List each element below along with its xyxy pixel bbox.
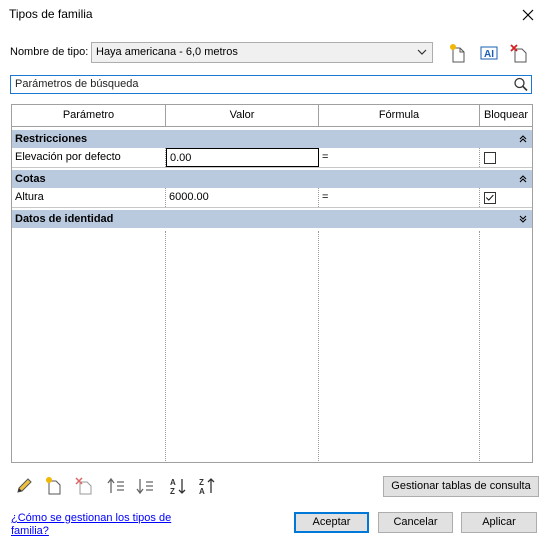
- value-field[interactable]: 6000.00: [166, 188, 319, 207]
- svg-text:Z: Z: [199, 478, 204, 487]
- checkmark-icon: [485, 194, 494, 201]
- group-label: Datos de identidad: [15, 213, 114, 225]
- formula-field[interactable]: =: [319, 148, 480, 167]
- group-label: Cotas: [15, 173, 46, 185]
- expand-icon[interactable]: [518, 214, 528, 224]
- delete-type-icon[interactable]: [508, 42, 530, 64]
- chevron-down-icon: [417, 49, 427, 55]
- type-name-value: Haya americana - 6,0 metros: [96, 46, 238, 58]
- move-down-icon[interactable]: [135, 476, 155, 496]
- apply-button[interactable]: Aplicar: [461, 512, 537, 533]
- column-divider: [318, 231, 319, 462]
- column-divider: [479, 231, 480, 462]
- column-header-value[interactable]: Valor: [166, 105, 319, 127]
- ok-button[interactable]: Aceptar: [294, 512, 369, 533]
- window-title: Tipos de familia: [9, 7, 93, 21]
- column-divider: [165, 231, 166, 462]
- collapse-icon[interactable]: [518, 174, 528, 184]
- move-up-icon[interactable]: [106, 476, 126, 496]
- value-field[interactable]: 0.00: [166, 148, 319, 167]
- parameter-grid: Parámetro Valor Fórmula Bloquear Restric…: [11, 104, 533, 463]
- close-icon[interactable]: [517, 4, 539, 26]
- type-name-dropdown[interactable]: Haya americana - 6,0 metros: [91, 42, 433, 63]
- group-header-restrictions[interactable]: Restricciones: [12, 130, 532, 148]
- cancel-button[interactable]: Cancelar: [378, 512, 453, 533]
- sort-ascending-icon[interactable]: A Z: [168, 476, 188, 496]
- column-header-parameter[interactable]: Parámetro: [12, 105, 166, 127]
- search-icon[interactable]: [512, 76, 530, 93]
- table-row: Elevación por defecto 0.00 =: [12, 148, 532, 168]
- new-parameter-icon[interactable]: [44, 476, 64, 496]
- type-name-label: Nombre de tipo:: [10, 46, 89, 58]
- help-link[interactable]: ¿Cómo se gestionan los tipos de familia?: [11, 512, 191, 538]
- sort-descending-icon[interactable]: Z A: [197, 476, 217, 496]
- new-type-icon[interactable]: [447, 42, 469, 64]
- column-header-lock[interactable]: Bloquear: [480, 105, 532, 127]
- formula-field[interactable]: =: [319, 188, 480, 207]
- column-header-formula[interactable]: Fórmula: [319, 105, 480, 127]
- table-row: Altura 6000.00 =: [12, 188, 532, 208]
- lock-checkbox-checked[interactable]: [484, 192, 496, 204]
- svg-text:A: A: [199, 487, 205, 496]
- manage-lookup-tables-button[interactable]: Gestionar tablas de consulta: [383, 476, 539, 497]
- group-label: Restricciones: [15, 133, 88, 145]
- svg-text:AI: AI: [484, 49, 494, 60]
- group-header-dimensions[interactable]: Cotas: [12, 170, 532, 188]
- svg-text:Z: Z: [170, 487, 175, 496]
- lock-checkbox[interactable]: [484, 152, 496, 164]
- search-input[interactable]: Parámetros de búsqueda: [10, 75, 532, 94]
- search-placeholder: Parámetros de búsqueda: [15, 78, 139, 90]
- delete-parameter-icon[interactable]: [74, 476, 94, 496]
- title-bar: Tipos de familia: [0, 0, 541, 30]
- rename-type-icon[interactable]: AI: [478, 42, 500, 64]
- group-header-identity-data[interactable]: Datos de identidad: [12, 210, 532, 228]
- edit-pencil-icon[interactable]: [14, 476, 34, 496]
- parameter-name: Altura: [12, 188, 166, 207]
- collapse-icon[interactable]: [518, 134, 528, 144]
- parameter-name: Elevación por defecto: [12, 148, 166, 167]
- svg-text:A: A: [170, 478, 176, 487]
